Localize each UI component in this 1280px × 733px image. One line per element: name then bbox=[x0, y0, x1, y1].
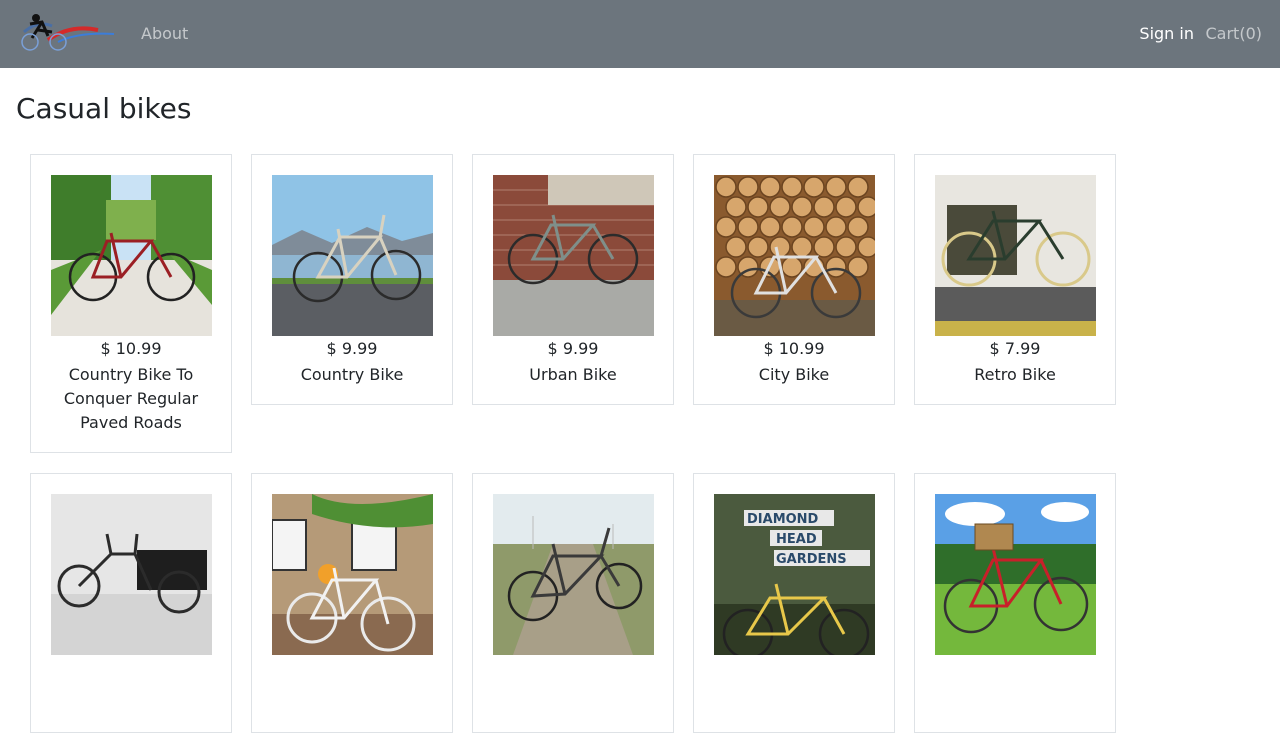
product-card[interactable]: $ 9.99 Country Bike bbox=[251, 154, 453, 405]
bike-photo-park bbox=[51, 175, 212, 336]
nav-about-link[interactable]: About bbox=[141, 24, 188, 43]
product-name[interactable]: Urban Bike bbox=[483, 363, 663, 387]
page-title: Casual bikes bbox=[16, 92, 192, 125]
product-name[interactable]: Country Bike To Conquer Regular Paved Ro… bbox=[41, 363, 221, 435]
product-card[interactable]: $ 9.99 Urban Bike bbox=[472, 154, 674, 405]
product-name[interactable]: Retro Bike bbox=[925, 363, 1105, 387]
nav-sign-in-link[interactable]: Sign in bbox=[1139, 24, 1194, 43]
product-price: $ 9.99 bbox=[547, 339, 599, 358]
product-image[interactable] bbox=[714, 175, 875, 336]
product-price: $ 7.99 bbox=[989, 339, 1041, 358]
product-image[interactable]: DIAMOND HEAD GARDENS bbox=[714, 494, 875, 655]
product-card[interactable] bbox=[914, 473, 1116, 733]
product-image[interactable] bbox=[51, 175, 212, 336]
product-image[interactable] bbox=[493, 175, 654, 336]
bike-photo-garden bbox=[935, 494, 1096, 655]
product-image[interactable] bbox=[51, 494, 212, 655]
sign-text-line-1: DIAMOND bbox=[747, 512, 819, 527]
navbar: About Sign in Cart(0) bbox=[0, 0, 1280, 68]
bike-photo-house bbox=[272, 494, 433, 655]
product-name[interactable]: Country Bike bbox=[262, 363, 442, 387]
product-card[interactable]: $ 10.99 Country Bike To Conquer Regular … bbox=[30, 154, 232, 453]
bike-photo-sign: DIAMOND HEAD GARDENS bbox=[714, 494, 875, 655]
product-card[interactable]: DIAMOND HEAD GARDENS bbox=[693, 473, 895, 733]
product-card[interactable] bbox=[30, 473, 232, 733]
bike-photo-wall bbox=[935, 175, 1096, 336]
product-card[interactable] bbox=[251, 473, 453, 733]
product-price: $ 10.99 bbox=[763, 339, 825, 358]
product-image[interactable] bbox=[935, 494, 1096, 655]
bike-photo-studio bbox=[51, 494, 212, 655]
product-price: $ 10.99 bbox=[100, 339, 162, 358]
bike-photo-brick bbox=[493, 175, 654, 336]
product-name[interactable]: City Bike bbox=[704, 363, 884, 387]
bike-photo-lake bbox=[272, 175, 433, 336]
product-card[interactable]: $ 10.99 City Bike bbox=[693, 154, 895, 405]
product-image[interactable] bbox=[272, 494, 433, 655]
product-card[interactable]: $ 7.99 Retro Bike bbox=[914, 154, 1116, 405]
product-image[interactable] bbox=[493, 494, 654, 655]
product-image[interactable] bbox=[272, 175, 433, 336]
bike-photo-field bbox=[493, 494, 654, 655]
sign-text-line-3: GARDENS bbox=[776, 552, 847, 567]
bike-photo-logs bbox=[714, 175, 875, 336]
product-price: $ 9.99 bbox=[326, 339, 378, 358]
brand-logo[interactable] bbox=[18, 12, 116, 54]
product-image[interactable] bbox=[935, 175, 1096, 336]
sign-text-line-2: HEAD bbox=[776, 532, 817, 547]
product-card[interactable] bbox=[472, 473, 674, 733]
nav-cart-link[interactable]: Cart(0) bbox=[1206, 24, 1263, 43]
